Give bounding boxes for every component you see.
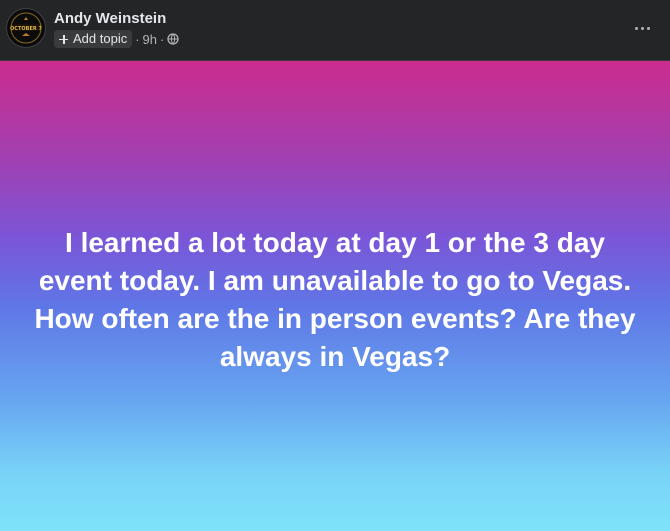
avatar-logo-text: OCTOBER 7 [10, 26, 42, 32]
author-name[interactable]: Andy Weinstein [54, 10, 166, 28]
meta-separator: · [135, 31, 140, 47]
post-timestamp[interactable]: 9h [143, 32, 157, 47]
more-dot [646, 26, 650, 30]
avatar-logo-icon: OCTOBER 7 [8, 10, 44, 46]
post-body: I learned a lot today at day 1 or the 3 … [0, 61, 670, 531]
meta-separator: · [160, 31, 165, 47]
plus-icon [58, 34, 69, 45]
more-dot [634, 26, 638, 30]
post-header: OCTOBER 7 Andy Weinstein Add topic · 9h … [0, 0, 670, 61]
globe-icon[interactable] [167, 33, 180, 45]
more-options-button[interactable] [632, 18, 652, 38]
avatar[interactable]: OCTOBER 7 [6, 8, 46, 48]
facebook-post: OCTOBER 7 Andy Weinstein Add topic · 9h … [0, 0, 670, 531]
add-topic-button[interactable]: Add topic [54, 30, 133, 48]
add-topic-label: Add topic [73, 31, 128, 46]
more-dot [640, 26, 644, 30]
post-text: I learned a lot today at day 1 or the 3 … [34, 227, 636, 372]
post-meta: Add topic · 9h · [54, 30, 180, 48]
